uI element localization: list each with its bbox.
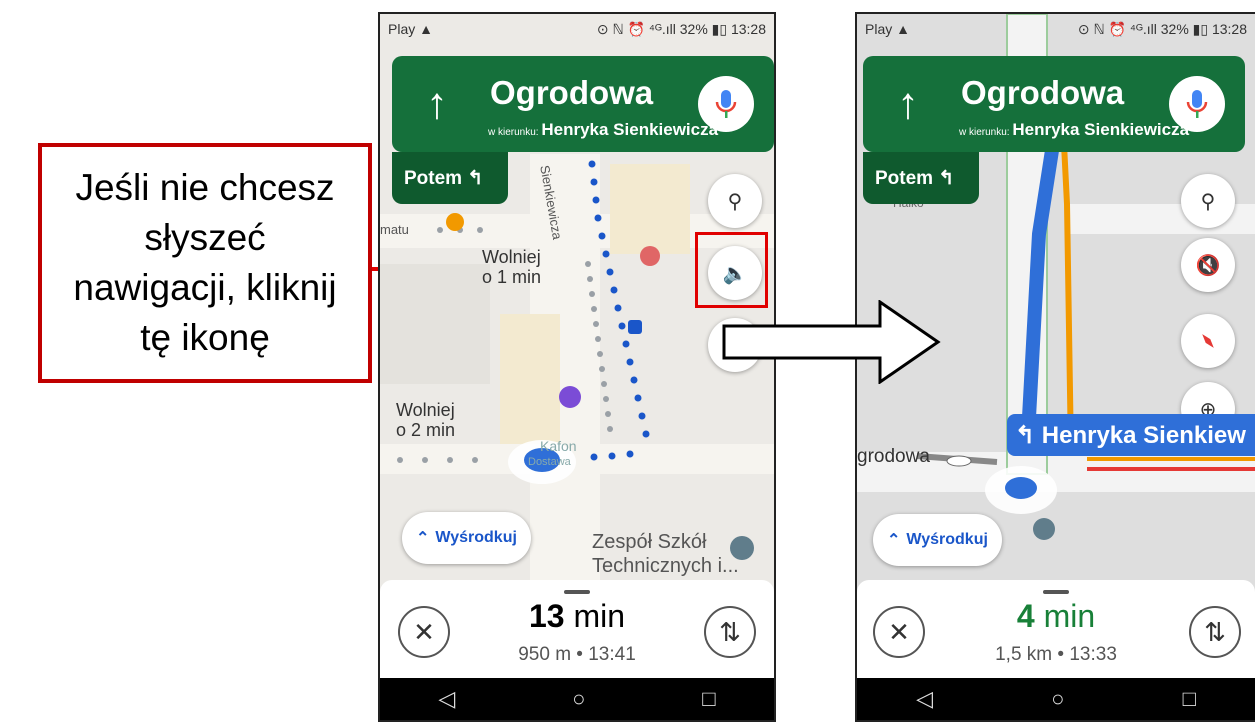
microphone-icon [715, 90, 737, 118]
close-navigation-button[interactable]: ✕ [398, 606, 450, 658]
navigation-instruction-card[interactable]: ↑ Ogrodowa w kierunku: Henryka Sienkiewi… [863, 56, 1245, 152]
search-icon: ⚲ [1200, 190, 1216, 213]
compass-button[interactable] [1181, 314, 1235, 368]
close-icon: ✕ [413, 616, 435, 647]
microphone-button[interactable] [698, 76, 754, 132]
microphone-button[interactable] [1169, 76, 1225, 132]
slower-label-1: Wolniej o 1 min [482, 247, 542, 287]
status-bar: Play ▲ ⊙ ℕ ⏰ ⁴ᴳ.ıll 32% ▮▯ 13:28 [380, 14, 774, 44]
navigation-arrow-icon: ⌃ [887, 532, 901, 549]
straight-arrow-icon: ↑ [426, 79, 448, 128]
instruction-callout: Jeśli nie chcesz słyszeć nawigacji, klik… [38, 143, 372, 383]
phone-screen-before: Play ▲ ⊙ ℕ ⏰ ⁴ᴳ.ıll 32% ▮▯ 13:28 Wolniej… [378, 12, 776, 722]
status-bar: Play ▲ ⊙ ℕ ⏰ ⁴ᴳ.ıll 32% ▮▯ 13:28 [857, 14, 1255, 44]
slower-label-2: Wolniej o 2 min [396, 400, 456, 440]
back-icon[interactable]: ◁ [916, 686, 933, 712]
close-icon: ✕ [888, 616, 910, 647]
straight-arrow-icon: ↑ [897, 79, 919, 128]
search-icon: ⚲ [727, 190, 743, 213]
navigation-instruction-card[interactable]: ↑ Ogrodowa w kierunku: Henryka Sienkiewi… [392, 56, 774, 152]
recenter-button[interactable]: ⌃ Wyśrodkuj [873, 514, 1002, 566]
status-app-label: Play ▲ [865, 21, 910, 37]
map-label-street-left: grodowa [857, 446, 930, 467]
eta-panel[interactable]: 13 min 950 m • 13:41 ✕ ⇅ [380, 580, 774, 684]
speaker-icon: 🔈 [722, 262, 748, 285]
next-turn-banner: ↰ Henryka Sienkiew [1007, 414, 1255, 456]
search-button[interactable]: ⚲ [1181, 174, 1235, 228]
speaker-muted-icon: 🔇 [1195, 254, 1221, 277]
toward-street: w kierunku: Henryka Sienkiewicza [959, 120, 1190, 139]
map-label-matu: matu [380, 222, 409, 237]
callout-line-4: tę ikonę [140, 317, 270, 358]
recents-icon[interactable]: □ [1183, 686, 1196, 712]
route-fork-icon: ⇅ [719, 616, 741, 647]
android-nav-bar: ◁ ○ □ [380, 678, 774, 720]
search-button[interactable]: ⚲ [708, 174, 762, 228]
poi-school-label: Zespół Szkół Technicznych i... [592, 531, 739, 577]
close-navigation-button[interactable]: ✕ [873, 606, 925, 658]
callout-line-2: słyszeć [144, 217, 266, 258]
home-icon[interactable]: ○ [1051, 686, 1064, 712]
compass-icon [1202, 334, 1214, 348]
current-street: Ogrodowa [490, 74, 654, 111]
alternate-routes-button[interactable]: ⇅ [704, 606, 756, 658]
recenter-label: Wyśrodkuj [906, 531, 988, 548]
recents-icon[interactable]: □ [702, 686, 715, 712]
callout-line-3: nawigacji, kliknij [73, 267, 337, 308]
recenter-button[interactable]: ⌃ Wyśrodkuj [402, 512, 531, 564]
alternate-routes-button[interactable]: ⇅ [1189, 606, 1241, 658]
transition-arrow-icon [722, 300, 941, 384]
eta-panel[interactable]: 4 min 1,5 km • 13:33 ✕ ⇅ [857, 580, 1255, 684]
back-icon[interactable]: ◁ [438, 686, 455, 712]
navigation-arrow-icon: ⌃ [416, 530, 430, 547]
map-label-kafon: Kafon [540, 438, 577, 454]
sound-button[interactable]: 🔈 [708, 246, 762, 300]
status-indicators: ⊙ ℕ ⏰ ⁴ᴳ.ıll 32% ▮▯ 13:28 [596, 20, 766, 37]
sound-muted-button[interactable]: 🔇 [1181, 238, 1235, 292]
status-app-label: Play ▲ [388, 21, 433, 37]
school-pin-icon [1033, 518, 1055, 540]
toward-street: w kierunku: Henryka Sienkiewicza [488, 120, 719, 139]
current-street: Ogrodowa [961, 74, 1125, 111]
panel-handle[interactable] [564, 590, 590, 594]
microphone-icon [1186, 90, 1208, 118]
map-label-dostawa: Dostawa [528, 456, 571, 468]
home-icon[interactable]: ○ [572, 686, 585, 712]
school-pin-icon [730, 536, 754, 560]
route-fork-icon: ⇅ [1204, 616, 1226, 647]
panel-handle[interactable] [1043, 590, 1069, 594]
android-nav-bar: ◁ ○ □ [857, 678, 1255, 720]
then-turn-card: Potem ↰ [863, 152, 979, 204]
callout-line-1: Jeśli nie chcesz [75, 167, 335, 208]
status-indicators: ⊙ ℕ ⏰ ⁴ᴳ.ıll 32% ▮▯ 13:28 [1077, 20, 1247, 37]
recenter-label: Wyśrodkuj [435, 529, 517, 546]
then-turn-card: Potem ↰ [392, 152, 508, 204]
